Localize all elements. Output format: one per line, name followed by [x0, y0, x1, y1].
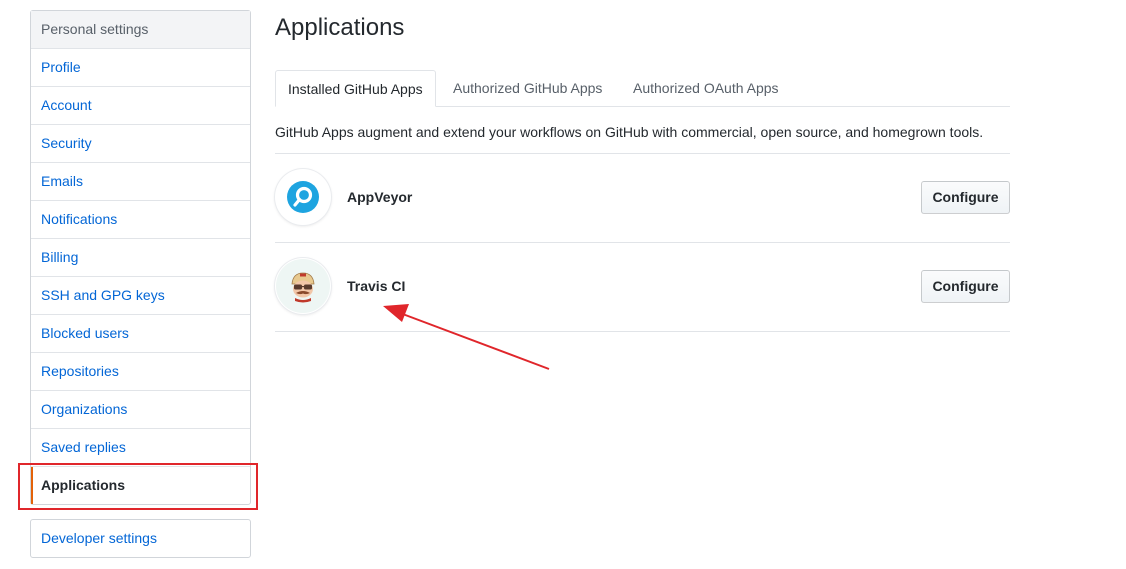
configure-button-travis-ci[interactable]: Configure [921, 270, 1010, 303]
sidebar-item-ssh-gpg-keys[interactable]: SSH and GPG keys [31, 277, 250, 315]
sidebar-item-emails[interactable]: Emails [31, 163, 250, 201]
developer-settings-menu: Developer settings [30, 519, 251, 558]
app-name: AppVeyor [347, 189, 413, 205]
travis-ci-mascot-icon[interactable] [275, 258, 331, 314]
sidebar-item-saved-replies[interactable]: Saved replies [31, 429, 250, 467]
sidebar-heading: Personal settings [31, 11, 250, 49]
page-title: Applications [275, 14, 405, 41]
intro-text: GitHub Apps augment and extend your work… [275, 124, 984, 140]
configure-button-appveyor[interactable]: Configure [921, 181, 1010, 214]
settings-sidebar: Personal settings Profile Account Securi… [30, 10, 251, 505]
sidebar-item-repositories[interactable]: Repositories [31, 353, 250, 391]
sidebar-item-notifications[interactable]: Notifications [31, 201, 250, 239]
appveyor-logo-icon[interactable] [275, 169, 331, 225]
sidebar-item-account[interactable]: Account [31, 87, 250, 125]
sidebar-item-organizations[interactable]: Organizations [31, 391, 250, 429]
tab-installed-github-apps[interactable]: Installed GitHub Apps [275, 70, 436, 107]
app-row-travis-ci: Travis CI Configure [275, 243, 1010, 331]
sidebar-item-applications[interactable]: Applications [31, 467, 250, 504]
sidebar-item-billing[interactable]: Billing [31, 239, 250, 277]
sidebar-item-profile[interactable]: Profile [31, 49, 250, 87]
tab-authorized-oauth-apps[interactable]: Authorized OAuth Apps [621, 70, 791, 106]
app-row-appveyor: AppVeyor Configure [275, 154, 1010, 242]
sidebar-item-blocked-users[interactable]: Blocked users [31, 315, 250, 353]
sidebar-item-security[interactable]: Security [31, 125, 250, 163]
tab-authorized-github-apps[interactable]: Authorized GitHub Apps [441, 70, 614, 106]
applications-tabs: Installed GitHub Apps Authorized GitHub … [275, 70, 1010, 107]
app-name: Travis CI [347, 278, 406, 294]
divider [275, 331, 1010, 332]
sidebar-item-developer-settings[interactable]: Developer settings [31, 520, 250, 557]
